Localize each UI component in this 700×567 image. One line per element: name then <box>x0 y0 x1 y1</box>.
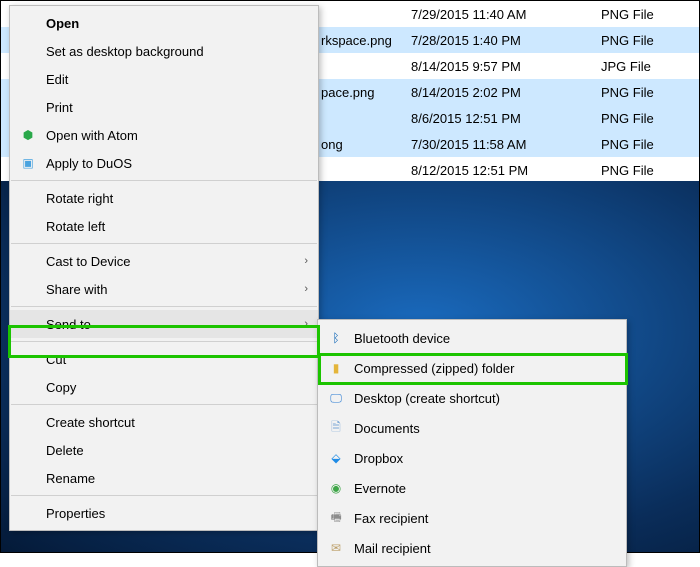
file-type: PNG File <box>601 7 691 22</box>
file-date: 8/12/2015 12:51 PM <box>411 163 601 178</box>
file-name: rkspace.png <box>321 33 411 48</box>
menu-open[interactable]: Open <box>10 9 318 37</box>
file-name: ong <box>321 137 411 152</box>
file-name: pace.png <box>321 85 411 100</box>
mail-icon: ✉ <box>328 540 344 556</box>
file-date: 7/29/2015 11:40 AM <box>411 7 601 22</box>
menu-set-as-desktop-background[interactable]: Set as desktop background <box>10 37 318 65</box>
chevron-right-icon: › <box>304 283 308 295</box>
menu-cast-to-device[interactable]: Cast to Device › <box>10 247 318 275</box>
menu-label: Cut <box>46 352 66 367</box>
submenu-label: Dropbox <box>354 451 403 466</box>
submenu-label: Compressed (zipped) folder <box>354 361 514 376</box>
menu-label: Rotate right <box>46 191 113 206</box>
submenu-desktop-create-shortcut-[interactable]: 🖵 Desktop (create shortcut) <box>318 383 626 413</box>
menu-label: Rotate left <box>46 219 105 234</box>
context-menu: Open Set as desktop background Edit Print Op… <box>9 5 319 531</box>
submenu-label: Fax recipient <box>354 511 428 526</box>
menu-separator <box>11 404 317 405</box>
menu-rename[interactable]: Rename <box>10 464 318 492</box>
fax-icon: 🖷 <box>328 510 344 526</box>
menu-rotate-left[interactable]: Rotate left <box>10 212 318 240</box>
file-date: 8/14/2015 2:02 PM <box>411 85 601 100</box>
submenu-label: Desktop (create shortcut) <box>354 391 500 406</box>
evernote-icon: ◉ <box>328 480 344 496</box>
menu-edit[interactable]: Edit <box>10 65 318 93</box>
menu-copy[interactable]: Copy <box>10 373 318 401</box>
menu-label: Rename <box>46 471 95 486</box>
menu-label: Cast to Device <box>46 254 131 269</box>
submenu-mail-recipient[interactable]: ✉ Mail recipient <box>318 533 626 563</box>
duos-icon: ▣ <box>20 155 36 171</box>
dropbox-icon: ⬙ <box>328 450 344 466</box>
documents-icon: 🗎 <box>328 420 344 436</box>
zip-icon: ▮ <box>328 360 344 376</box>
file-type: PNG File <box>601 163 691 178</box>
menu-label: Open <box>46 16 79 31</box>
submenu-label: Evernote <box>354 481 406 496</box>
menu-label: Send to <box>46 317 91 332</box>
file-type: PNG File <box>601 111 691 126</box>
menu-properties[interactable]: Properties <box>10 499 318 527</box>
menu-cut[interactable]: Cut <box>10 345 318 373</box>
menu-separator <box>11 341 317 342</box>
file-date: 7/30/2015 11:58 AM <box>411 137 601 152</box>
menu-label: Copy <box>46 380 76 395</box>
file-type: PNG File <box>601 85 691 100</box>
submenu-label: Bluetooth device <box>354 331 450 346</box>
file-date: 8/14/2015 9:57 PM <box>411 59 601 74</box>
atom-icon: ⬢ <box>20 127 36 143</box>
menu-separator <box>11 306 317 307</box>
submenu-compressed-zipped-folder[interactable]: ▮ Compressed (zipped) folder <box>318 353 626 383</box>
submenu-label: Mail recipient <box>354 541 431 556</box>
menu-label: Create shortcut <box>46 415 135 430</box>
menu-delete[interactable]: Delete <box>10 436 318 464</box>
menu-label: Properties <box>46 506 105 521</box>
menu-label: Open with Atom <box>46 128 138 143</box>
menu-send-to[interactable]: Send to › <box>10 310 318 338</box>
menu-separator <box>11 495 317 496</box>
file-date: 7/28/2015 1:40 PM <box>411 33 601 48</box>
bluetooth-icon: ᛒ <box>328 330 344 346</box>
menu-label: Edit <box>46 72 68 87</box>
file-type: JPG File <box>601 59 691 74</box>
submenu-documents[interactable]: 🗎 Documents <box>318 413 626 443</box>
menu-print[interactable]: Print <box>10 93 318 121</box>
menu-separator <box>11 243 317 244</box>
menu-open-with-atom[interactable]: Open with Atom ⬢ <box>10 121 318 149</box>
menu-label: Apply to DuOS <box>46 156 132 171</box>
submenu-bluetooth-device[interactable]: ᛒ Bluetooth device <box>318 323 626 353</box>
chevron-right-icon: › <box>304 318 308 330</box>
sendto-submenu: ᛒ Bluetooth device ▮ Compressed (zipped) fo… <box>317 319 627 567</box>
menu-create-shortcut[interactable]: Create shortcut <box>10 408 318 436</box>
desktop-icon: 🖵 <box>328 390 344 406</box>
menu-label: Share with <box>46 282 107 297</box>
menu-label: Set as desktop background <box>46 44 204 59</box>
submenu-label: Documents <box>354 421 420 436</box>
menu-label: Delete <box>46 443 84 458</box>
chevron-right-icon: › <box>304 255 308 267</box>
submenu-evernote[interactable]: ◉ Evernote <box>318 473 626 503</box>
submenu-fax-recipient[interactable]: 🖷 Fax recipient <box>318 503 626 533</box>
file-type: PNG File <box>601 33 691 48</box>
menu-rotate-right[interactable]: Rotate right <box>10 184 318 212</box>
file-type: PNG File <box>601 137 691 152</box>
menu-share-with[interactable]: Share with › <box>10 275 318 303</box>
menu-separator <box>11 180 317 181</box>
menu-apply-to-duos[interactable]: Apply to DuOS ▣ <box>10 149 318 177</box>
menu-label: Print <box>46 100 73 115</box>
file-date: 8/6/2015 12:51 PM <box>411 111 601 126</box>
submenu-dropbox[interactable]: ⬙ Dropbox <box>318 443 626 473</box>
